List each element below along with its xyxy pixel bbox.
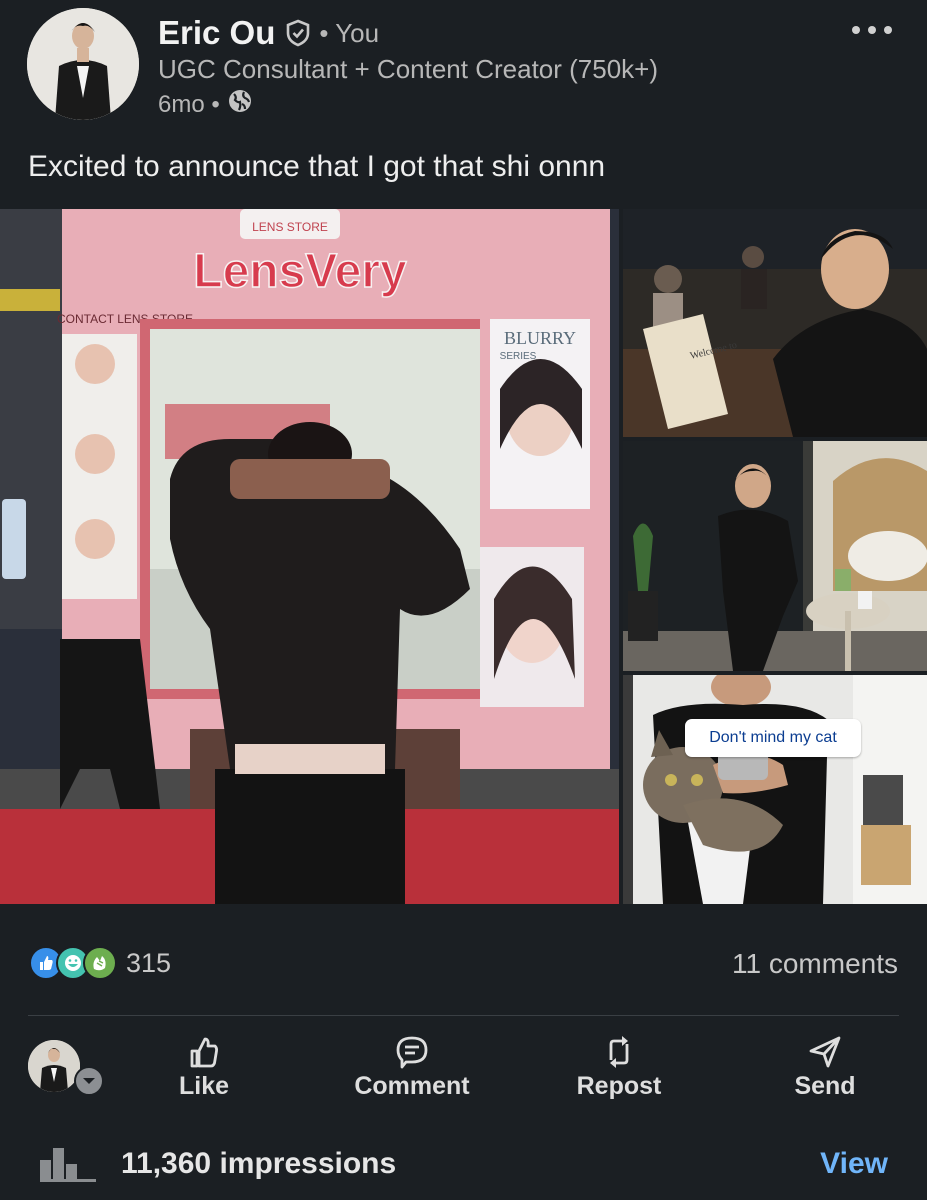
repost-icon xyxy=(549,1034,689,1070)
impressions-count: 11,360 impressions xyxy=(121,1147,397,1180)
repost-label: Repost xyxy=(576,1072,662,1100)
photo-cafe-sitting[interactable] xyxy=(623,441,927,671)
view-analytics-link[interactable]: View xyxy=(820,1147,888,1181)
photo-mirror-cat[interactable] xyxy=(623,675,927,904)
post-text: Excited to announce that I got that shi … xyxy=(28,150,606,183)
send-label: Send xyxy=(794,1072,856,1100)
analytics-bar-icon xyxy=(40,1146,96,1187)
chevron-down-icon[interactable] xyxy=(74,1066,104,1096)
post-meta: 6mo • xyxy=(158,89,252,120)
store-sign: LensVery xyxy=(193,245,407,298)
like-button[interactable]: Like xyxy=(134,1034,274,1101)
more-options-icon[interactable] xyxy=(852,18,892,42)
send-icon xyxy=(755,1034,895,1070)
thumbs-up-icon xyxy=(134,1034,274,1070)
reactions-summary[interactable]: 315 xyxy=(29,946,171,980)
globe-icon xyxy=(228,89,252,120)
poster-subtitle: SERIES xyxy=(500,351,537,362)
comment-icon xyxy=(342,1034,482,1070)
send-button[interactable]: Send xyxy=(755,1034,895,1101)
verified-shield-icon xyxy=(285,19,311,47)
reaction-count: 315 xyxy=(126,947,172,978)
comment-label: Comment xyxy=(354,1072,470,1100)
comments-count-link[interactable]: 11 comments xyxy=(732,948,898,980)
repost-button[interactable]: Repost xyxy=(549,1034,689,1101)
connection-degree: • You xyxy=(319,17,380,48)
post-time: 6mo • xyxy=(158,90,220,118)
actor-avatar[interactable] xyxy=(28,1040,80,1092)
like-label: Like xyxy=(178,1072,230,1100)
store-badge: LENS STORE xyxy=(252,220,328,234)
author-avatar[interactable] xyxy=(27,8,139,120)
author-name[interactable]: Eric Ou xyxy=(158,14,275,52)
poster-title: BLURRY xyxy=(504,328,576,348)
divider xyxy=(28,1015,899,1016)
celebrate-reaction-icon xyxy=(83,946,117,980)
photo-caption-bubble: Don't mind my cat xyxy=(685,719,861,757)
main-photo[interactable]: LENS STORE LensVery CONTACT LENS STORE B… xyxy=(0,209,619,904)
author-headline: UGC Consultant + Content Creator (750k+) xyxy=(158,54,659,84)
photo-reading-menu[interactable]: Welcome to xyxy=(623,209,927,437)
comment-button[interactable]: Comment xyxy=(342,1034,482,1101)
author-name-line: Eric Ou • You xyxy=(158,13,379,53)
